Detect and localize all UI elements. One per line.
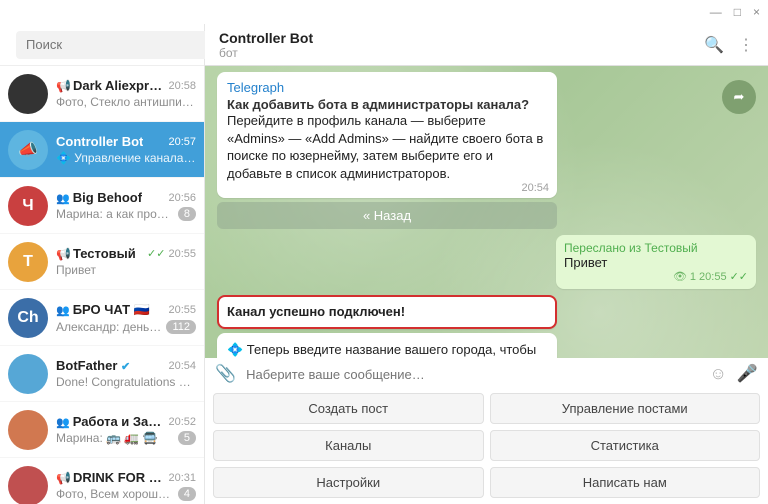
chat-item[interactable]: 📣 Controller Bot 20:57 💠 Управление каналам… [0, 122, 204, 178]
chat-item[interactable]: 📢Dark Aliexpress 20:58 Фото, Стекло антишп… [0, 66, 204, 122]
chat-time: 20:56 [168, 192, 196, 204]
share-button[interactable]: ➦ [722, 80, 756, 114]
emoji-icon[interactable]: ☺ [709, 364, 726, 384]
chat-item[interactable]: Ch 👥БРО ЧАТ 🇷🇺 20:55 Александр: деньги пр… 1… [0, 290, 204, 346]
chat-preview: Александр: деньги пр… [56, 320, 162, 334]
search-input[interactable] [16, 31, 212, 59]
chat-subtitle: бот [219, 46, 690, 60]
chat-time: 20:57 [168, 136, 196, 148]
avatar: 📣 [8, 130, 48, 170]
attach-icon[interactable]: 📎 [215, 364, 236, 384]
unread-badge: 4 [178, 487, 196, 501]
kb-contact[interactable]: Написать нам [490, 467, 761, 498]
search-icon[interactable]: 🔍 [704, 35, 724, 55]
message-text: 💠 Теперь введите название вашего города,… [227, 341, 547, 358]
eye-icon: 👁 [673, 270, 687, 283]
kb-stats[interactable]: Статистика [490, 430, 761, 461]
chat-preview: Привет [56, 263, 96, 277]
chat-item[interactable]: 👥Работа и Зарабо… 20:52 Марина: 🚌 🚛 🚍 5 [0, 402, 204, 458]
channel-icon: 📢 [56, 471, 71, 485]
avatar: Ch [8, 298, 48, 338]
group-icon: 👥 [56, 193, 70, 205]
checks-icon: ✓✓ [147, 248, 165, 260]
chat-item[interactable]: BotFather ✔ 20:54 Done! Congratulations on… [0, 346, 204, 402]
chat-name: 👥Работа и Зарабо… [56, 414, 164, 429]
highlighted-message: Канал успешно подключен! [217, 295, 557, 329]
forwarded-from: Переслано из Тестовый [564, 241, 748, 255]
unread-badge: 8 [178, 207, 196, 221]
kb-settings[interactable]: Настройки [213, 467, 484, 498]
chat-preview: Фото, Стекло антишпио… [56, 95, 196, 109]
chat-name: BotFather ✔ [56, 358, 130, 373]
chat-name: 👥Big Behoof [56, 190, 142, 205]
group-icon: 👥 [56, 417, 70, 429]
avatar: Ч [8, 186, 48, 226]
avatar [8, 354, 48, 394]
chat-preview: 💠 Управление каналами … [56, 151, 196, 165]
group-icon: 👥 [56, 305, 70, 317]
channel-icon: 📢 [56, 247, 71, 261]
chat-name: Controller Bot [56, 134, 143, 149]
view-count: 1 [690, 271, 696, 283]
chat-preview: Марина: 🚌 🚛 🚍 [56, 431, 158, 445]
mic-icon[interactable]: 🎤 [737, 364, 758, 384]
chat-time: 20:31 [168, 472, 196, 484]
chat-time: ✓✓20:55 [147, 247, 196, 260]
telegraph-link[interactable]: Telegraph [227, 80, 547, 95]
message-text: Привет [564, 255, 748, 270]
chat-item[interactable]: 📢DRINK FOR VIRGI… 20:31 Фото, Всем хорошег… [0, 458, 204, 504]
chat-item[interactable]: Ч 👥Big Behoof 20:56 Марина: а как проет дл…… [0, 178, 204, 234]
kb-create-post[interactable]: Создать пост [213, 393, 484, 424]
message-bubble: 💠 Теперь введите название вашего города,… [217, 333, 557, 358]
message-bubble: Telegraph Как добавить бота в администра… [217, 72, 557, 198]
chat-name: 👥БРО ЧАТ 🇷🇺 [56, 302, 150, 318]
window-min[interactable]: — [710, 5, 722, 19]
chat-preview: Фото, Всем хорошего … [56, 487, 174, 501]
chat-item[interactable]: Т 📢Тестовый ✓✓20:55 Привет [0, 234, 204, 290]
channel-icon: 📢 [56, 79, 71, 93]
chat-time: 20:52 [168, 416, 196, 428]
checks-icon: ✓✓ [730, 270, 748, 283]
chat-time: 20:54 [168, 360, 196, 372]
unread-badge: 112 [166, 320, 196, 334]
message-text: Канал успешно подключен! [227, 303, 547, 321]
unread-badge: 5 [178, 431, 196, 445]
chat-name: 📢DRINK FOR VIRGI… [56, 470, 164, 485]
chat-preview: Done! Congratulations on yo… [56, 375, 196, 389]
message-time: 20:55 [699, 271, 727, 283]
more-icon[interactable]: ⋮ [738, 35, 754, 55]
avatar [8, 410, 48, 450]
chat-time: 20:55 [168, 304, 196, 316]
chat-name: 📢Тестовый [56, 246, 136, 261]
message-input[interactable] [246, 367, 699, 382]
forwarded-message: Переслано из Тестовый Привет 👁1 20:55 ✓✓ [556, 235, 756, 289]
message-heading: Как добавить бота в администраторы канал… [227, 97, 547, 112]
avatar [8, 466, 48, 504]
message-text: Перейдите в профиль канала — выберите «A… [227, 112, 547, 182]
avatar: Т [8, 242, 48, 282]
kb-manage-posts[interactable]: Управление постами [490, 393, 761, 424]
window-max[interactable]: □ [734, 5, 741, 19]
avatar [8, 74, 48, 114]
chat-title: Controller Bot [219, 30, 690, 46]
kb-channels[interactable]: Каналы [213, 430, 484, 461]
message-time: 20:54 [521, 182, 549, 194]
chat-name: 📢Dark Aliexpress [56, 78, 164, 93]
chat-list: 📢Dark Aliexpress 20:58 Фото, Стекло антишп… [0, 66, 204, 504]
window-close[interactable]: × [753, 5, 760, 19]
inline-button-back[interactable]: « Назад [217, 202, 557, 229]
chat-time: 20:58 [168, 80, 196, 92]
chat-preview: Марина: а как проет дл… [56, 207, 174, 221]
verified-icon: ✔ [121, 361, 130, 373]
